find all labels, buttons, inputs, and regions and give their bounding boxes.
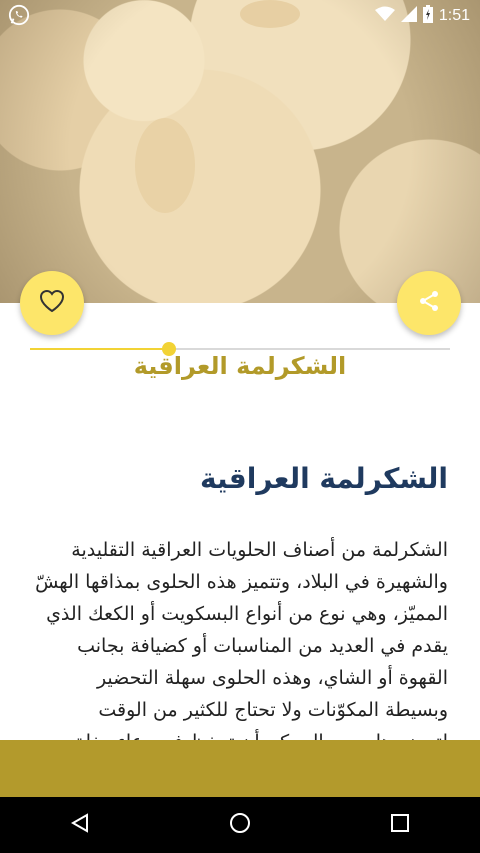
home-button[interactable] [210,797,270,853]
article-body: الشكرلمة من أصناف الحلويات العراقية التق… [35,539,448,740]
back-icon [69,812,91,838]
page-title: الشكرلمة العراقية [133,352,347,380]
back-button[interactable] [50,797,110,853]
heart-outline-icon [39,289,65,317]
navigation-bar [0,797,480,853]
reading-progress-fill [30,348,169,350]
bottom-banner [0,740,480,797]
status-bar: 1:51 [0,0,480,30]
article-heading: الشكرلمة العراقية [200,462,448,495]
wifi-icon [374,6,395,26]
home-icon [229,812,251,838]
reading-progress [30,342,450,356]
share-button[interactable] [397,271,461,335]
whatsapp-icon [8,4,30,26]
battery-icon [422,5,433,27]
status-time: 1:51 [438,7,470,24]
signal-icon [400,6,417,26]
recents-icon [390,813,410,837]
recents-button[interactable] [370,797,430,853]
hero-image [0,0,480,303]
share-icon [417,289,441,317]
favorite-button[interactable] [20,271,84,335]
